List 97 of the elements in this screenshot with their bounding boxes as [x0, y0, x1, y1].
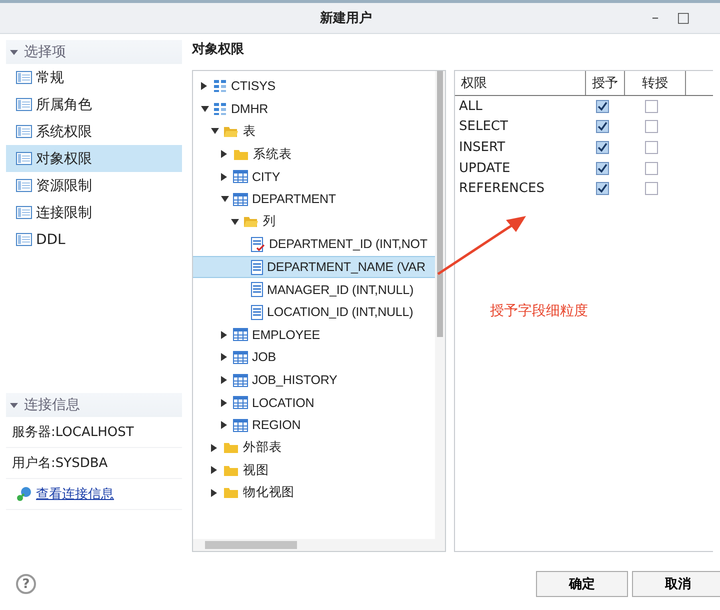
list-icon — [16, 206, 32, 219]
panel-title: 对象权限 — [192, 41, 245, 59]
open-folder-icon — [243, 215, 259, 228]
table-cell-text: INSERT — [458, 138, 506, 157]
checkbox[interactable] — [644, 182, 658, 196]
column-header[interactable]: 权限 — [455, 71, 586, 95]
table-icon — [233, 350, 248, 364]
sidebar-item[interactable]: 对象权限 — [6, 145, 182, 172]
table-icon — [233, 170, 248, 184]
sidebar-item[interactable]: DDL — [6, 226, 182, 253]
tree-node[interactable]: 视图 — [193, 459, 435, 482]
ok-button[interactable]: 确定 — [536, 571, 628, 597]
tree-node[interactable]: DEPARTMENT_NAME (VAR — [193, 256, 435, 278]
checkbox[interactable] — [596, 140, 608, 154]
expand-icon[interactable] — [221, 421, 227, 430]
tree-node[interactable]: MANAGER_ID (INT,NULL) — [193, 278, 435, 301]
folder-icon — [233, 148, 249, 161]
tree-node[interactable]: LOCATION — [193, 391, 435, 414]
list-icon — [16, 233, 32, 246]
server-label: 服务器:LOCALHOST — [6, 417, 182, 448]
checkbox[interactable] — [644, 140, 658, 154]
cancel-button[interactable]: 取消 — [632, 571, 720, 597]
folder-icon — [223, 441, 239, 454]
checkbox[interactable] — [644, 162, 658, 175]
expand-icon[interactable] — [211, 488, 217, 497]
expand-icon[interactable] — [221, 330, 227, 339]
expand-icon[interactable] — [211, 444, 217, 452]
section-header[interactable]: 连接信息 — [6, 393, 182, 417]
table-icon — [233, 418, 248, 432]
expand-icon[interactable] — [211, 466, 217, 474]
sidebar-item[interactable]: 连接限制 — [6, 199, 182, 226]
vertical-scrollbar[interactable] — [435, 71, 445, 539]
list-icon — [16, 152, 32, 165]
tree-node[interactable]: LOCATION_ID (INT,NULL) — [193, 300, 435, 324]
help-button[interactable]: ? — [16, 574, 36, 594]
tree-node[interactable]: REGION — [193, 414, 435, 436]
user-label: 用户名:SYSDBA — [6, 448, 182, 479]
expand-icon[interactable] — [221, 398, 227, 407]
folder-icon — [223, 464, 239, 477]
table-icon — [233, 396, 248, 410]
tree-node[interactable]: 外部表 — [193, 436, 435, 460]
connection-icon — [16, 486, 32, 502]
tree-node[interactable]: EMPLOYEE — [193, 324, 435, 346]
checkbox[interactable] — [596, 100, 608, 113]
annotation-text: 授予字段细粒度 — [490, 302, 588, 320]
sidebar-item[interactable]: 常规 — [6, 64, 182, 91]
tree-node[interactable]: DEPARTMENT — [193, 188, 435, 211]
tree-node[interactable]: DEPARTMENT_ID (INT,NOT — [193, 233, 435, 256]
checkbox[interactable] — [644, 120, 658, 134]
expand-icon[interactable] — [221, 150, 227, 158]
list-icon — [16, 71, 32, 84]
expand-icon[interactable] — [221, 353, 227, 362]
expand-icon[interactable] — [201, 82, 207, 90]
column-check-icon — [251, 236, 265, 252]
column-icon — [251, 304, 263, 320]
list-icon — [16, 125, 32, 138]
schema-icon — [213, 79, 227, 94]
table-icon — [233, 374, 248, 387]
tree-node[interactable]: 物化视图 — [193, 482, 435, 504]
sidebar-item[interactable]: 系统权限 — [6, 118, 182, 145]
column-header[interactable]: 转授 — [625, 71, 686, 95]
minimize-button[interactable]: – — [650, 10, 661, 26]
window-title: 新建用户 — [320, 10, 372, 27]
folder-icon — [223, 486, 239, 500]
open-folder-icon — [223, 124, 239, 138]
column-header[interactable]: 授予 — [586, 71, 625, 95]
column-icon — [251, 282, 263, 298]
tree-node[interactable]: CTISYS — [193, 75, 435, 98]
expand-icon[interactable] — [221, 172, 227, 181]
checkbox[interactable] — [596, 182, 608, 196]
list-icon — [16, 179, 32, 192]
table-cell-text: SELECT — [458, 118, 509, 136]
table-cell-text: ALL — [458, 98, 484, 116]
sidebar-item[interactable]: 资源限制 — [6, 172, 182, 199]
horizontal-scrollbar[interactable] — [193, 539, 445, 551]
sidebar-item[interactable]: 所属角色 — [6, 91, 182, 118]
checkbox[interactable] — [596, 162, 608, 175]
connection-info-link[interactable]: 查看连接信息 — [36, 485, 114, 503]
tree-node[interactable]: JOB — [193, 346, 435, 369]
table-icon — [233, 328, 248, 342]
schema-icon — [213, 102, 227, 116]
checkbox[interactable] — [596, 120, 608, 134]
table-icon — [233, 192, 248, 206]
column-icon — [251, 260, 263, 275]
tree-node[interactable]: 列 — [193, 210, 435, 234]
tree-node[interactable]: JOB_HISTORY — [193, 368, 435, 392]
tree-node[interactable]: 表 — [193, 120, 435, 143]
tree-node[interactable]: 系统表 — [193, 142, 435, 166]
list-icon — [16, 98, 32, 111]
tree-node[interactable]: CITY — [193, 165, 435, 188]
table-cell-text: UPDATE — [458, 160, 512, 178]
section-header[interactable]: 选择项 — [6, 40, 182, 64]
tree-node[interactable]: DMHR — [193, 98, 435, 120]
expand-icon[interactable] — [221, 376, 227, 384]
maximize-button[interactable]: □ — [674, 10, 692, 26]
table-cell-text: REFERENCES — [458, 180, 546, 198]
checkbox[interactable] — [644, 100, 658, 113]
